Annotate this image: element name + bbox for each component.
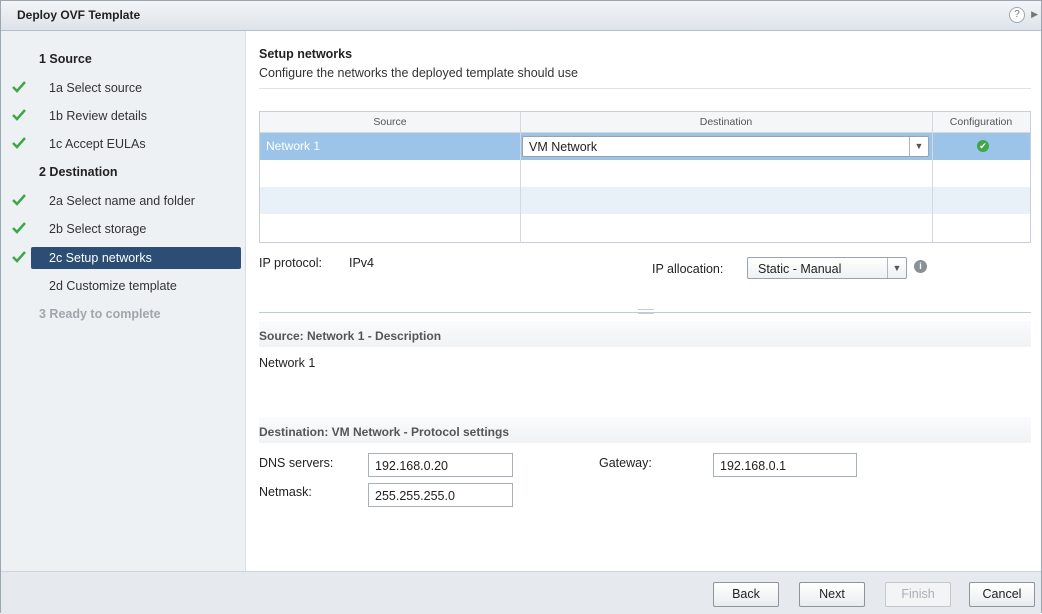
nav-label: 1c Accept EULAs <box>49 137 146 151</box>
destination-value: VM Network <box>529 140 598 154</box>
checkmark-icon <box>12 109 26 121</box>
column-header-destination[interactable]: Destination <box>520 116 932 128</box>
title-bar: Deploy OVF Template ? ▶ <box>1 1 1041 31</box>
ip-allocation-label: IP allocation: <box>652 262 724 276</box>
nav-label: 1 Source <box>39 52 92 66</box>
main-content: Setup networks Configure the networks th… <box>246 31 1041 571</box>
checkmark-icon <box>12 222 26 234</box>
expand-arrow-icon[interactable]: ▶ <box>1031 9 1038 20</box>
wizard-nav: 1 Source 1a Select source 1b Review deta… <box>1 31 246 571</box>
description-text: Network 1 <box>259 356 316 370</box>
gateway-input[interactable]: 192.168.0.1 <box>713 453 857 477</box>
nav-label: 2a Select name and folder <box>49 194 195 208</box>
nav-header-destination: 2 Destination <box>1 160 245 184</box>
chevron-down-icon[interactable]: ▼ <box>887 258 906 278</box>
source-cell: Network 1 <box>266 139 321 153</box>
chevron-down-icon[interactable]: ▼ <box>909 137 928 156</box>
table-row-empty <box>260 214 1030 241</box>
checkmark-icon <box>12 194 26 206</box>
dns-value: 192.168.0.20 <box>375 459 448 473</box>
table-header: Source Destination Configuration <box>260 112 1030 133</box>
ip-protocol-value: IPv4 <box>349 256 375 270</box>
column-divider <box>932 112 933 242</box>
nav-label: 3 Ready to complete <box>39 307 161 321</box>
info-icon[interactable]: i <box>914 260 927 273</box>
netmask-value: 255.255.255.0 <box>375 489 455 503</box>
cancel-button[interactable]: Cancel <box>969 582 1035 607</box>
column-header-source[interactable]: Source <box>260 116 520 128</box>
table-row[interactable]: Network 1 VM Network ▼ ✔ <box>260 133 1030 160</box>
dns-servers-input[interactable]: 192.168.0.20 <box>368 453 513 477</box>
network-mapping-table: Source Destination Configuration Network… <box>259 111 1031 243</box>
divider <box>259 88 1031 89</box>
netmask-input[interactable]: 255.255.255.0 <box>368 483 513 507</box>
nav-item-select-source[interactable]: 1a Select source <box>1 76 245 100</box>
nav-label: 2 Destination <box>39 165 118 179</box>
column-header-configuration[interactable]: Configuration <box>932 116 1030 128</box>
back-button[interactable]: Back <box>713 582 779 607</box>
nav-label: 2c Setup networks <box>49 251 152 265</box>
nav-label: 2b Select storage <box>49 222 147 236</box>
checkmark-icon <box>12 251 26 263</box>
nav-label: 2d Customize template <box>49 279 177 293</box>
nav-header-source: 1 Source <box>1 47 245 71</box>
nav-item-review-details[interactable]: 1b Review details <box>1 104 245 128</box>
nav-label: 1b Review details <box>49 109 147 123</box>
deploy-ovf-dialog: Deploy OVF Template ? ▶ 1 Source 1a Sele… <box>0 0 1042 614</box>
table-row-empty <box>260 187 1030 214</box>
splitter-grip-icon[interactable] <box>638 309 654 314</box>
nav-item-select-name-folder[interactable]: 2a Select name and folder <box>1 189 245 213</box>
table-row-empty <box>260 160 1030 187</box>
checkmark-icon <box>12 137 26 149</box>
netmask-label: Netmask: <box>259 485 312 499</box>
finish-button: Finish <box>885 582 951 607</box>
nav-item-ready-to-complete: 3 Ready to complete <box>1 302 245 326</box>
ip-protocol-label: IP protocol: <box>259 256 323 270</box>
nav-item-accept-eulas[interactable]: 1c Accept EULAs <box>1 132 245 156</box>
nav-item-setup-networks[interactable]: 2c Setup networks <box>1 246 245 270</box>
ip-allocation-select[interactable]: Static - Manual ▼ <box>747 257 907 279</box>
column-divider <box>520 112 521 242</box>
next-button[interactable]: Next <box>799 582 865 607</box>
ip-allocation-value: Static - Manual <box>758 262 842 276</box>
gateway-value: 192.168.0.1 <box>720 459 787 473</box>
protocol-settings-header: Destination: VM Network - Protocol setti… <box>259 417 1031 443</box>
footer-bar: Back Next Finish Cancel <box>1 571 1041 614</box>
description-title: Source: Network 1 - Description <box>259 329 442 343</box>
nav-item-customize-template[interactable]: 2d Customize template <box>1 274 245 298</box>
nav-item-select-storage[interactable]: 2b Select storage <box>1 217 245 241</box>
checkmark-icon <box>12 81 26 93</box>
protocol-settings-title: Destination: VM Network - Protocol setti… <box>259 425 510 439</box>
dns-label: DNS servers: <box>259 456 334 470</box>
description-header: Source: Network 1 - Description <box>259 321 1031 347</box>
dialog-title: Deploy OVF Template <box>17 8 141 22</box>
help-icon[interactable]: ? <box>1009 7 1025 23</box>
destination-network-select[interactable]: VM Network ▼ <box>522 136 929 157</box>
page-subtitle: Configure the networks the deployed temp… <box>259 66 578 80</box>
gateway-label: Gateway: <box>599 456 652 470</box>
page-title: Setup networks <box>259 47 353 61</box>
check-circle-icon: ✔ <box>977 140 989 152</box>
nav-label: 1a Select source <box>49 81 143 95</box>
